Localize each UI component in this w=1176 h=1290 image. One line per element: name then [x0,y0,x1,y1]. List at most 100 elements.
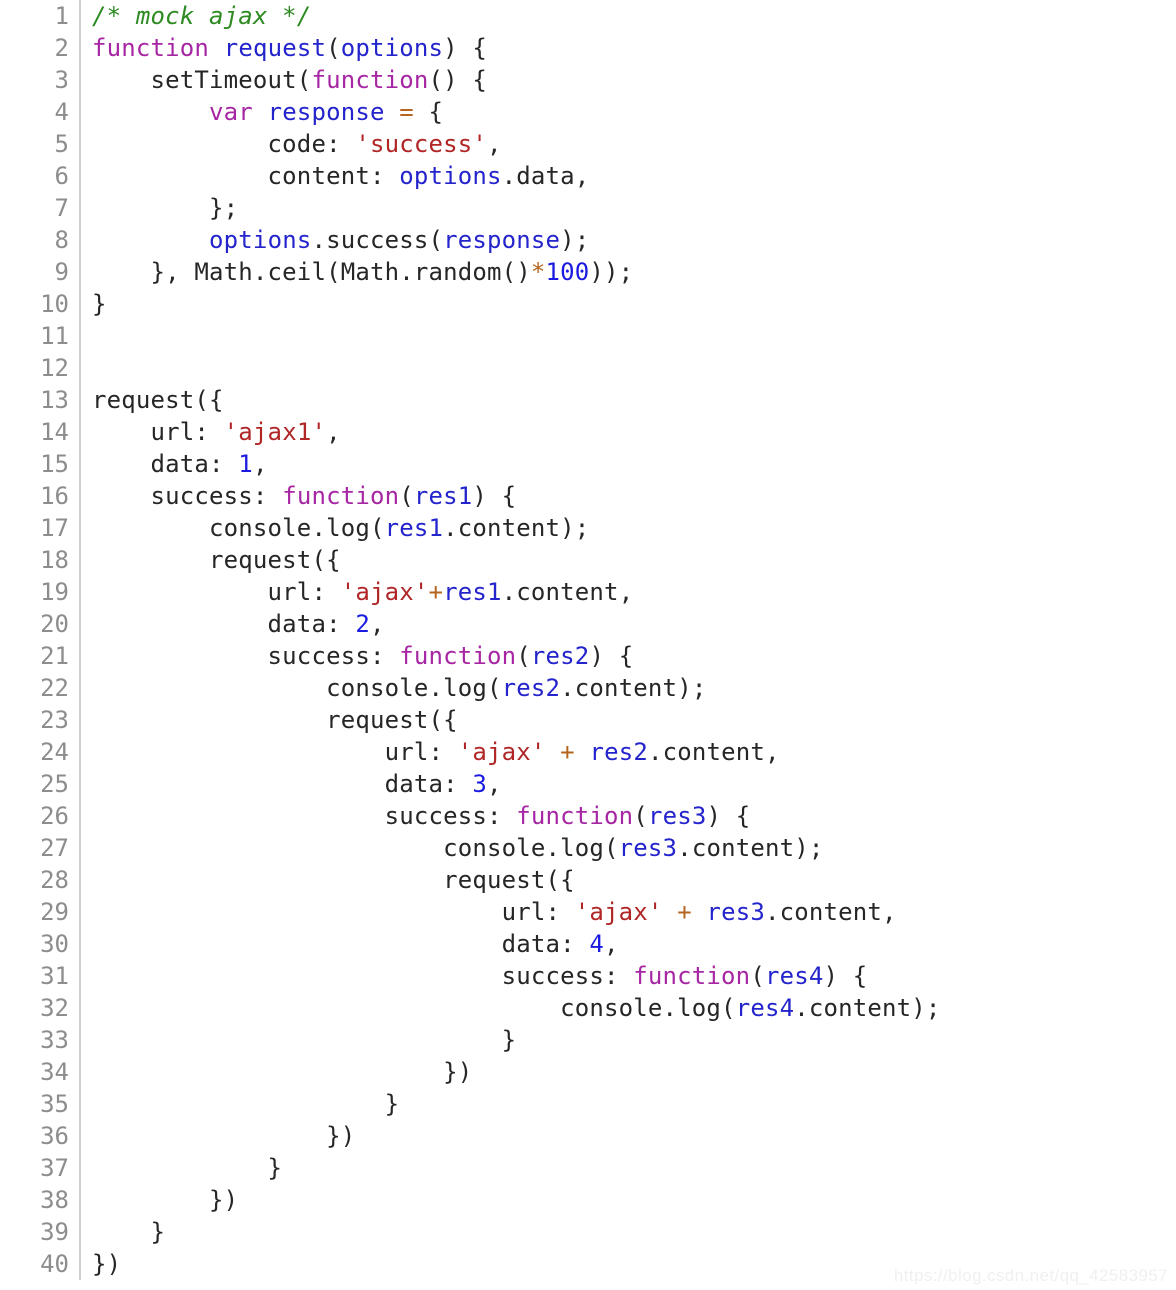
code-viewer: 1/* mock ajax */2 function request(option… [0,0,1176,1290]
token-keyword: function [399,642,517,670]
token-ident: options [399,162,502,190]
token-plain: ( [750,962,765,990]
code-line-content[interactable]: console.log(res3.content); [80,832,1176,864]
code-line-content[interactable]: success: function(res3) { [80,800,1176,832]
token-operator: + [560,738,575,766]
token-plain: , [369,610,385,638]
code-line-content[interactable]: var response = { [80,96,1176,128]
code-line-content[interactable]: request({ [80,544,1176,576]
code-line-content[interactable]: }, Math.ceil(Math.random()*100)); [80,256,1176,288]
token-plain: , [252,450,268,478]
code-line: 17 console.log(res1.content); [0,512,1176,544]
code-line-content[interactable]: console.log(res4.content); [80,992,1176,1024]
code-line-content[interactable]: request({ [80,864,1176,896]
code-line-content[interactable]: url: 'ajax' + res2.content, [80,736,1176,768]
code-line-content[interactable]: data: 2, [80,608,1176,640]
code-line-content[interactable]: success: function(res1) { [80,480,1176,512]
code-line-content[interactable]: success: function(res4) { [80,960,1176,992]
code-line: 12 [0,352,1176,384]
token-plain: )); [589,258,634,286]
token-plain: ) { [823,962,868,990]
code-line-content[interactable]: } [80,1152,1176,1184]
token-plain: setTimeout( [92,66,312,94]
code-line-content[interactable]: url: 'ajax'+res1.content, [80,576,1176,608]
token-plain: () { [428,66,488,94]
line-number: 21 [0,640,81,672]
token-plain: data: [92,770,473,798]
code-line: 2 function request(options) { [0,32,1176,64]
token-keyword: var [209,98,253,126]
token-string: 'ajax' [340,578,429,606]
code-line: 7 }; [0,192,1176,224]
code-lines: 1/* mock ajax */2 function request(option… [0,0,1176,1280]
token-number: 1 [238,450,253,478]
line-number: 29 [0,896,81,928]
code-line-content[interactable]: data: 4, [80,928,1176,960]
code-line-content[interactable]: function request(options) { [80,32,1176,64]
code-line-content[interactable]: request({ [80,704,1176,736]
code-line-content[interactable]: request({ [80,384,1176,416]
code-line-content[interactable]: setTimeout(function() { [80,64,1176,96]
code-line-content[interactable]: }) [80,1248,1176,1280]
token-plain: } [92,1154,283,1182]
token-plain: .content); [560,674,707,702]
token-ident: res2 [589,738,648,766]
token-plain: }, Math.ceil(Math.random() [92,258,531,286]
code-line: 1 /* mock ajax */ [0,0,1176,32]
code-line-content[interactable]: }) [80,1120,1176,1152]
code-line-content[interactable]: data: 3, [80,768,1176,800]
code-line-content[interactable]: } [80,288,1176,320]
token-ident: res1 [384,514,444,542]
code-line-content[interactable]: }) [80,1184,1176,1216]
line-number: 10 [0,288,81,320]
code-line-content[interactable]: /* mock ajax */ [80,0,1176,32]
code-line: 3 setTimeout(function() { [0,64,1176,96]
code-line-content[interactable]: } [80,1088,1176,1120]
code-listing: 1/* mock ajax */2 function request(option… [0,0,1176,1280]
line-number: 4 [0,96,81,128]
code-line-content[interactable]: data: 1, [80,448,1176,480]
token-plain: url: [92,898,575,926]
code-line-content[interactable]: url: 'ajax' + res3.content, [80,896,1176,928]
code-line: 11 [0,320,1176,352]
token-operator: = [399,98,414,126]
token-plain: request({ [92,546,341,574]
code-line-content[interactable]: options.success(response); [80,224,1176,256]
token-plain: success: [92,802,517,830]
code-line-content[interactable]: } [80,1024,1176,1056]
token-plain: { [413,98,444,126]
token-plain: .content, [647,738,780,766]
code-line-content[interactable]: code: 'success', [80,128,1176,160]
line-number: 37 [0,1152,81,1184]
token-plain: } [92,1026,517,1054]
code-line: 15 data: 1, [0,448,1176,480]
code-line-content[interactable]: console.log(res2.content); [80,672,1176,704]
token-operator: * [530,258,546,286]
line-number: 6 [0,160,81,192]
token-ident: response [267,98,385,126]
token-string: 'ajax' [457,738,546,766]
token-plain: code: [92,130,356,158]
token-plain: , [326,418,341,446]
code-line-content[interactable] [80,352,1176,384]
line-number: 20 [0,608,81,640]
token-ident: request [223,34,327,62]
line-number: 26 [0,800,81,832]
token-comment: /* mock ajax */ [92,2,312,30]
code-line-content[interactable]: content: options.data, [80,160,1176,192]
code-line-content[interactable]: url: 'ajax1', [80,416,1176,448]
code-line-content[interactable]: }; [80,192,1176,224]
code-line-content[interactable]: } [80,1216,1176,1248]
code-line-content[interactable]: }) [80,1056,1176,1088]
line-number: 40 [0,1248,81,1280]
line-number: 5 [0,128,81,160]
line-number: 14 [0,416,81,448]
code-line-content[interactable]: console.log(res1.content); [80,512,1176,544]
code-line-content[interactable]: success: function(res2) { [80,640,1176,672]
token-plain: .content, [501,578,634,606]
code-line-content[interactable] [80,320,1176,352]
